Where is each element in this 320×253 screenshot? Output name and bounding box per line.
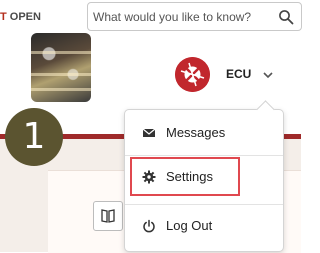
book-icon xyxy=(101,209,115,223)
book-button[interactable] xyxy=(93,201,123,231)
user-avatar-logo[interactable] xyxy=(175,57,210,92)
menu-item-logout[interactable]: Log Out xyxy=(125,211,283,241)
power-icon xyxy=(143,219,155,233)
chevron-down-icon[interactable] xyxy=(261,68,275,82)
user-name[interactable]: ECU xyxy=(226,67,251,81)
envelope-icon xyxy=(142,128,156,137)
menu-item-label: Log Out xyxy=(166,218,213,233)
search-icon[interactable] xyxy=(278,9,294,25)
top-nav-prefix: T xyxy=(0,11,7,23)
top-nav-open-link[interactable]: T OPEN xyxy=(0,7,76,27)
pirate-logo-icon xyxy=(175,57,210,92)
menu-item-messages[interactable]: Messages xyxy=(125,118,283,148)
menu-divider xyxy=(125,155,283,156)
menu-divider xyxy=(125,204,283,205)
search-box[interactable] xyxy=(87,2,302,31)
settings-highlight-box xyxy=(130,157,240,196)
menu-item-label: Messages xyxy=(166,125,226,140)
dropdown-caret xyxy=(256,100,275,119)
search-input[interactable] xyxy=(93,7,273,27)
news-thumbnail[interactable] xyxy=(31,33,91,102)
top-nav-label: OPEN xyxy=(6,11,41,23)
step-number-badge: 1 xyxy=(5,108,63,166)
